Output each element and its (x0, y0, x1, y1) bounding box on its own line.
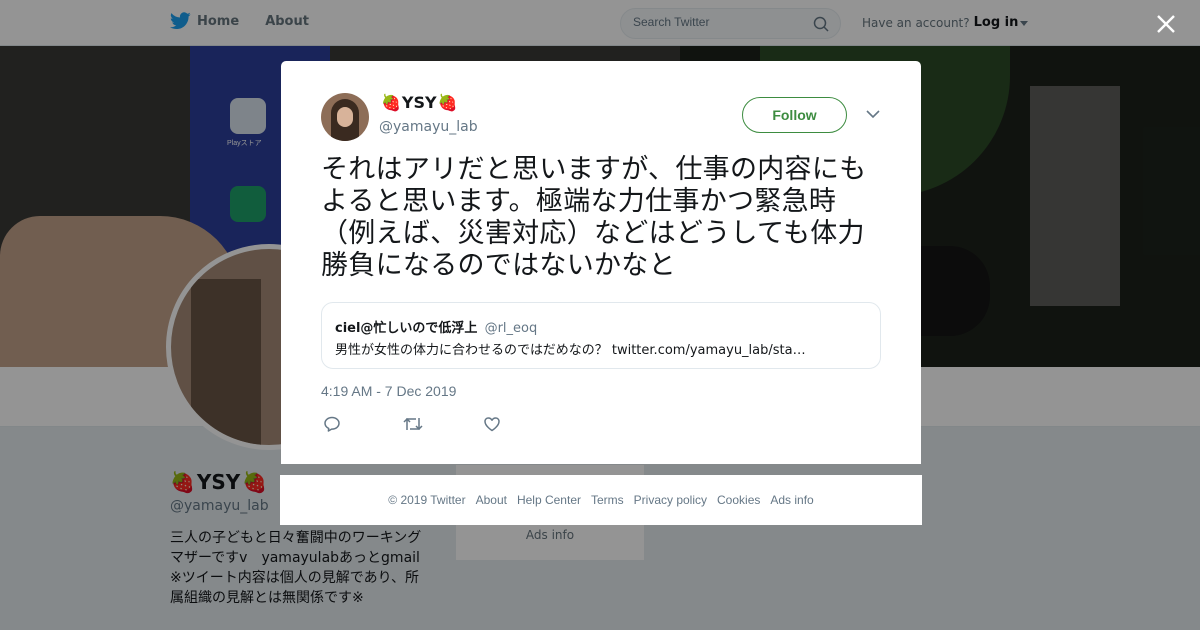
footer-link-privacy[interactable]: Privacy policy (634, 493, 707, 507)
tweet-text-line: よると思います。極端な力仕事かつ緊急時 (321, 186, 837, 217)
strawberry-icon: 🍓 (437, 93, 458, 112)
quoted-tweet-header: ciel@忙しいので低浮上 @rl_eoq (335, 317, 537, 336)
chevron-down-icon[interactable] (866, 109, 880, 119)
footer-link-ads-info[interactable]: Ads info (770, 493, 813, 507)
like-button[interactable] (483, 415, 563, 435)
tweet-text-line: 勝負になるのではないかなと (321, 250, 676, 281)
quoted-tweet-text: 男性が女性の体力に合わせるのではだめなの？ twitter.com/yamayu… (335, 343, 806, 358)
quoted-author-name: ciel@忙しいので低浮上 (335, 321, 478, 336)
reply-icon (324, 416, 340, 432)
footer-link-terms[interactable]: Terms (591, 493, 624, 507)
footer-link-about[interactable]: About (476, 493, 507, 507)
close-icon[interactable] (1155, 13, 1177, 35)
footer-link-cookies[interactable]: Cookies (717, 493, 760, 507)
quoted-author-handle: @rl_eoq (484, 321, 538, 336)
retweet-icon (403, 417, 423, 431)
tweet-text-line: （例えば、災害対応）などはどうしても体力 (321, 218, 865, 249)
footer-copyright: © 2019 Twitter (388, 493, 466, 507)
footer: © 2019 Twitter About Help Center Terms P… (280, 475, 922, 525)
retweet-button[interactable] (403, 415, 483, 435)
tweet-author-name[interactable]: 🍓 YSY 🍓 (381, 93, 458, 112)
tweet-author-handle[interactable]: @yamayu_lab (379, 119, 478, 135)
strawberry-icon: 🍓 (381, 93, 401, 112)
reply-button[interactable] (323, 415, 403, 435)
tweet-text-line: それはアリだと思いますが、仕事の内容にも (321, 154, 867, 185)
tweet-timestamp[interactable]: 4:19 AM - 7 Dec 2019 (321, 383, 456, 399)
tweet-actions (323, 415, 563, 435)
quoted-tweet[interactable]: ciel@忙しいので低浮上 @rl_eoq 男性が女性の体力に合わせるのではだめ… (321, 302, 881, 369)
tweet-text: それはアリだと思いますが、仕事の内容にも よると思います。極端な力仕事かつ緊急時… (321, 154, 886, 282)
tweet-author-name-text: YSY (401, 93, 437, 112)
footer-link-help-center[interactable]: Help Center (517, 493, 581, 507)
follow-button[interactable]: Follow (742, 97, 847, 133)
tweet-author-avatar[interactable] (321, 93, 369, 141)
tweet-permalink-modal: 🍓 YSY 🍓 @yamayu_lab Follow それはアリだと思いますが、… (281, 61, 921, 464)
heart-icon (484, 417, 500, 432)
